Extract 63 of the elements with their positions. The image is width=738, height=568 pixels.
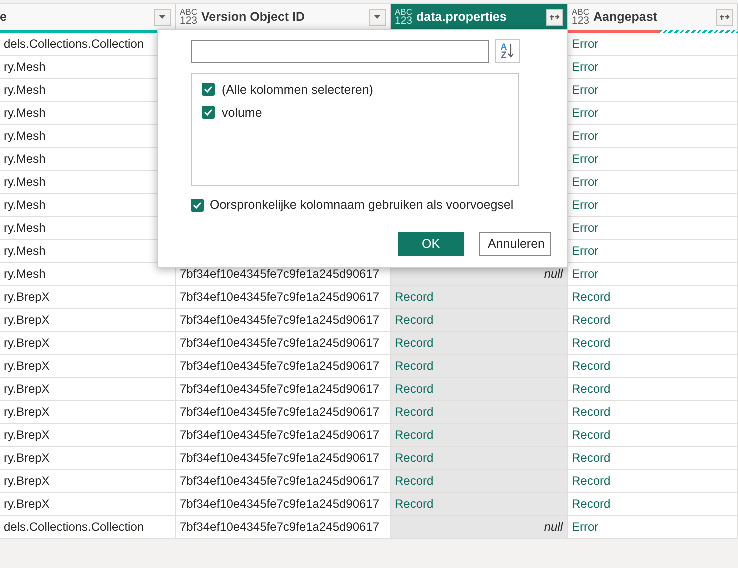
checkbox[interactable] [202, 106, 215, 119]
value-cell[interactable]: Record [568, 309, 738, 331]
table-cell: ry.BrepX [0, 309, 176, 331]
table-cell: ry.BrepX [0, 378, 176, 400]
record-cell[interactable]: Record [391, 424, 568, 446]
table-cell: ry.BrepX [0, 470, 176, 492]
record-cell[interactable]: Record [391, 286, 568, 308]
record-cell[interactable]: Record [391, 493, 568, 515]
ok-button[interactable]: OK [398, 232, 464, 256]
sort-button[interactable]: A Z [495, 39, 520, 63]
check-icon [204, 109, 213, 116]
table-cell: ry.BrepX [0, 401, 176, 423]
caret-icon [374, 15, 381, 19]
value-cell[interactable]: Record [568, 286, 738, 308]
expand-button[interactable] [546, 8, 563, 26]
type-icon[interactable]: ABC 123 [395, 8, 413, 26]
record-cell[interactable]: Record [391, 401, 568, 423]
record-cell[interactable]: Record [391, 470, 568, 492]
column-title: Aangepast [594, 10, 658, 24]
record-cell[interactable]: Record [391, 378, 568, 400]
type-icon[interactable]: ABC 123 [572, 8, 590, 26]
type-icon[interactable]: ABC 123 [180, 8, 198, 26]
table-cell: ry.BrepX [0, 493, 176, 515]
value-cell[interactable]: Record [568, 378, 738, 400]
record-cell[interactable]: Record [391, 355, 568, 377]
value-cell[interactable]: Record [568, 424, 738, 446]
table-cell: ry.BrepX [0, 355, 176, 377]
down-arrow-icon [508, 43, 514, 59]
cancel-button[interactable]: Annuleren [479, 232, 551, 256]
check-icon [193, 202, 202, 208]
value-cell[interactable]: Error [568, 516, 738, 538]
expand-icon [549, 14, 560, 20]
record-cell[interactable]: Record [391, 309, 568, 331]
check-icon [204, 86, 213, 93]
table-cell: ry.BrepX [0, 332, 176, 354]
column-title: e [0, 10, 8, 24]
column-title: Version Object ID [202, 10, 306, 24]
record-cell[interactable]: Record [391, 447, 568, 469]
value-cell[interactable]: Record [568, 470, 738, 492]
value-cell[interactable]: Record [568, 447, 738, 469]
checkbox[interactable] [202, 83, 215, 96]
checkbox-label[interactable]: volume [222, 106, 262, 120]
filter-button[interactable] [154, 8, 171, 26]
null-cell: null [391, 516, 568, 538]
checkbox[interactable] [191, 198, 204, 212]
value-cell[interactable]: Record [568, 355, 738, 377]
column-title: data.properties [416, 10, 508, 24]
column-header[interactable]: e [0, 4, 176, 30]
search-field[interactable] [191, 40, 489, 62]
table-cell: dels.Collections.Collection [0, 516, 176, 538]
checkbox-label[interactable]: (Alle kolommen selecteren) [222, 82, 374, 96]
expand-icon [719, 14, 730, 20]
table-cell: ry.BrepX [0, 286, 176, 308]
filter-button[interactable] [369, 8, 386, 26]
value-cell[interactable]: Record [568, 332, 738, 354]
value-cell[interactable]: Record [568, 493, 738, 515]
value-cell[interactable]: Record [568, 401, 738, 423]
table-cell: ry.BrepX [0, 447, 176, 469]
caret-icon [159, 15, 166, 19]
record-cell[interactable]: Record [391, 332, 568, 354]
expand-button[interactable] [716, 8, 733, 26]
checkbox-label[interactable]: Oorspronkelijke kolomnaam gebruiken als voorvoegsel [210, 198, 514, 212]
table-cell: ry.BrepX [0, 424, 176, 446]
